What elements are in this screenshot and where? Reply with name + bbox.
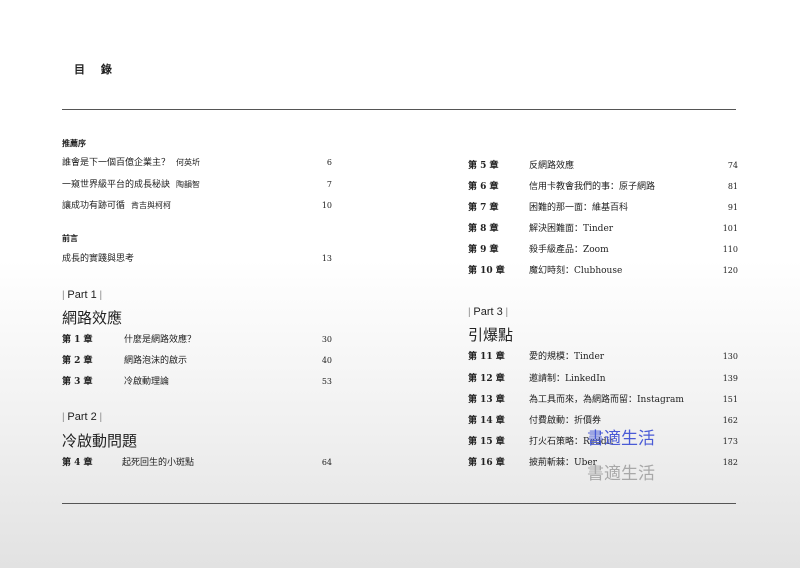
chapter-row[interactable]: 第 6 章 信用卡教會我們的事：原子網路 81 xyxy=(468,181,738,193)
chapter-row[interactable]: 第 7 章 困難的那一面：維基百科 91 xyxy=(468,202,738,214)
chapter-row[interactable]: 第 10 章 魔幻時刻：Clubhouse 120 xyxy=(468,265,738,277)
chapter-number: 第 12 章 xyxy=(468,374,505,384)
chapter-title: 反網路效應 xyxy=(529,161,575,171)
recommend-text: 一窺世界級平台的成長秘訣 xyxy=(62,180,171,190)
chapter-title: 困難的那一面：維基百科 xyxy=(529,203,629,213)
chapter-number: 第 10 章 xyxy=(468,266,505,276)
chapter-number: 第 13 章 xyxy=(468,395,505,405)
chapter-row[interactable]: 第 3 章 冷啟動理論 53 xyxy=(62,376,332,388)
page-number: 101 xyxy=(722,224,738,233)
chapter-title: 信用卡教會我們的事：原子網路 xyxy=(529,182,656,192)
recommend-item[interactable]: 讓成功有跡可循 肯吉與柯柯 10 xyxy=(62,200,332,212)
page-number: 74 xyxy=(727,161,738,170)
recommend-text: 誰會是下一個百億企業主？ xyxy=(62,158,171,168)
chapter-row[interactable]: 第 1 章 什麼是網路效應？ 30 xyxy=(62,334,332,346)
chapter-title: 什麼是網路效應？ xyxy=(124,335,197,345)
chapter-number: 第 1 章 xyxy=(62,335,93,345)
chapter-number: 第 9 章 xyxy=(468,245,499,255)
page-number: 81 xyxy=(727,182,738,191)
page-number: 64 xyxy=(321,458,332,467)
chapter-row[interactable]: 第 13 章 為工具而來，為網路而留：Instagram 151 xyxy=(468,394,738,406)
page-number: 53 xyxy=(321,377,332,386)
recommend-author: 陶韻智 xyxy=(176,180,201,189)
recommend-author: 肯吉與柯柯 xyxy=(131,201,172,210)
preface-text: 成長的實踐與思考 xyxy=(62,254,135,264)
chapter-title: 冷啟動理論 xyxy=(124,377,170,387)
bar-glyph: | xyxy=(96,290,103,301)
preface-heading: 前言 xyxy=(62,233,78,243)
page-number: 13 xyxy=(321,254,332,263)
chapter-title: 起死回生的小斑點 xyxy=(122,458,195,468)
chapter-row[interactable]: 第 8 章 解決困難面：Tinder 101 xyxy=(468,223,738,235)
page-number: 91 xyxy=(727,203,738,212)
recommend-text: 讓成功有跡可循 xyxy=(62,201,126,211)
part2-label-text: Part 2 xyxy=(67,411,97,423)
page-number: 30 xyxy=(321,335,332,344)
chapter-number: 第 4 章 xyxy=(62,458,93,468)
chapter-number: 第 3 章 xyxy=(62,377,93,387)
part2-title: 冷啟動問題 xyxy=(62,432,138,450)
chapter-row[interactable]: 第 4 章 起死回生的小斑點 64 xyxy=(62,457,332,469)
page-number: 7 xyxy=(326,180,332,189)
page-number: 10 xyxy=(321,201,332,210)
chapter-number: 第 15 章 xyxy=(468,437,505,447)
chapter-row[interactable]: 第 12 章 邀請制：LinkedIn 139 xyxy=(468,373,738,385)
part1-label-text: Part 1 xyxy=(67,289,97,301)
chapter-title: 網路泡沫的啟示 xyxy=(124,356,188,366)
chapter-row[interactable]: 第 5 章 反網路效應 74 xyxy=(468,160,738,172)
page-number: 6 xyxy=(326,158,332,167)
chapter-title: 愛的規模：Tinder xyxy=(529,352,605,362)
part1-label: | Part 1 | xyxy=(62,289,102,301)
chapter-title: 魔幻時刻：Clubhouse xyxy=(529,266,623,276)
chapter-number: 第 7 章 xyxy=(468,203,499,213)
chapter-number: 第 5 章 xyxy=(468,161,499,171)
part3-label-text: Part 3 xyxy=(473,306,503,318)
bottom-rule xyxy=(62,503,736,504)
preface-item[interactable]: 成長的實踐與思考 13 xyxy=(62,253,332,265)
chapter-title: 為工具而來，為網路而留：Instagram xyxy=(529,395,684,405)
page-number: 110 xyxy=(722,245,738,254)
chapter-title: 殺手級產品：Zoom xyxy=(529,245,609,255)
bar-glyph: | xyxy=(96,412,103,423)
chapter-title: 解決困難面：Tinder xyxy=(529,224,614,234)
part3-label: | Part 3 | xyxy=(468,306,508,318)
watermark-gray: 書適生活 xyxy=(587,464,655,484)
page-number: 130 xyxy=(722,352,738,361)
watermark-blue: 書適生活 xyxy=(587,429,655,449)
chapter-row[interactable]: 第 2 章 網路泡沫的啟示 40 xyxy=(62,355,332,367)
recommend-item[interactable]: 一窺世界級平台的成長秘訣 陶韻智 7 xyxy=(62,179,332,191)
chapter-row[interactable]: 第 9 章 殺手級產品：Zoom 110 xyxy=(468,244,738,256)
chapter-number: 第 6 章 xyxy=(468,182,499,192)
page-number: 173 xyxy=(722,437,738,446)
chapter-title: 邀請制：LinkedIn xyxy=(529,374,606,384)
page-number: 40 xyxy=(321,356,332,365)
chapter-number: 第 8 章 xyxy=(468,224,499,234)
chapter-number: 第 16 章 xyxy=(468,458,505,468)
chapter-number: 第 11 章 xyxy=(468,352,505,362)
page-number: 151 xyxy=(722,395,738,404)
chapter-number: 第 14 章 xyxy=(468,416,505,426)
page-number: 120 xyxy=(722,266,738,275)
chapter-row[interactable]: 第 11 章 愛的規模：Tinder 130 xyxy=(468,351,738,363)
bar-glyph: | xyxy=(502,307,509,318)
recommend-item[interactable]: 誰會是下一個百億企業主？ 何英圻 6 xyxy=(62,157,332,169)
recommend-heading: 推薦序 xyxy=(62,138,86,148)
page-number: 182 xyxy=(722,458,738,467)
page-title: 目 錄 xyxy=(74,63,118,76)
top-rule xyxy=(62,109,736,110)
part1-title: 網路效應 xyxy=(62,309,123,327)
recommend-author: 何英圻 xyxy=(176,158,201,167)
chapter-number: 第 2 章 xyxy=(62,356,93,366)
page-number: 139 xyxy=(722,374,738,383)
part3-title: 引爆點 xyxy=(468,326,514,344)
part2-label: | Part 2 | xyxy=(62,411,102,423)
page-number: 162 xyxy=(722,416,738,425)
